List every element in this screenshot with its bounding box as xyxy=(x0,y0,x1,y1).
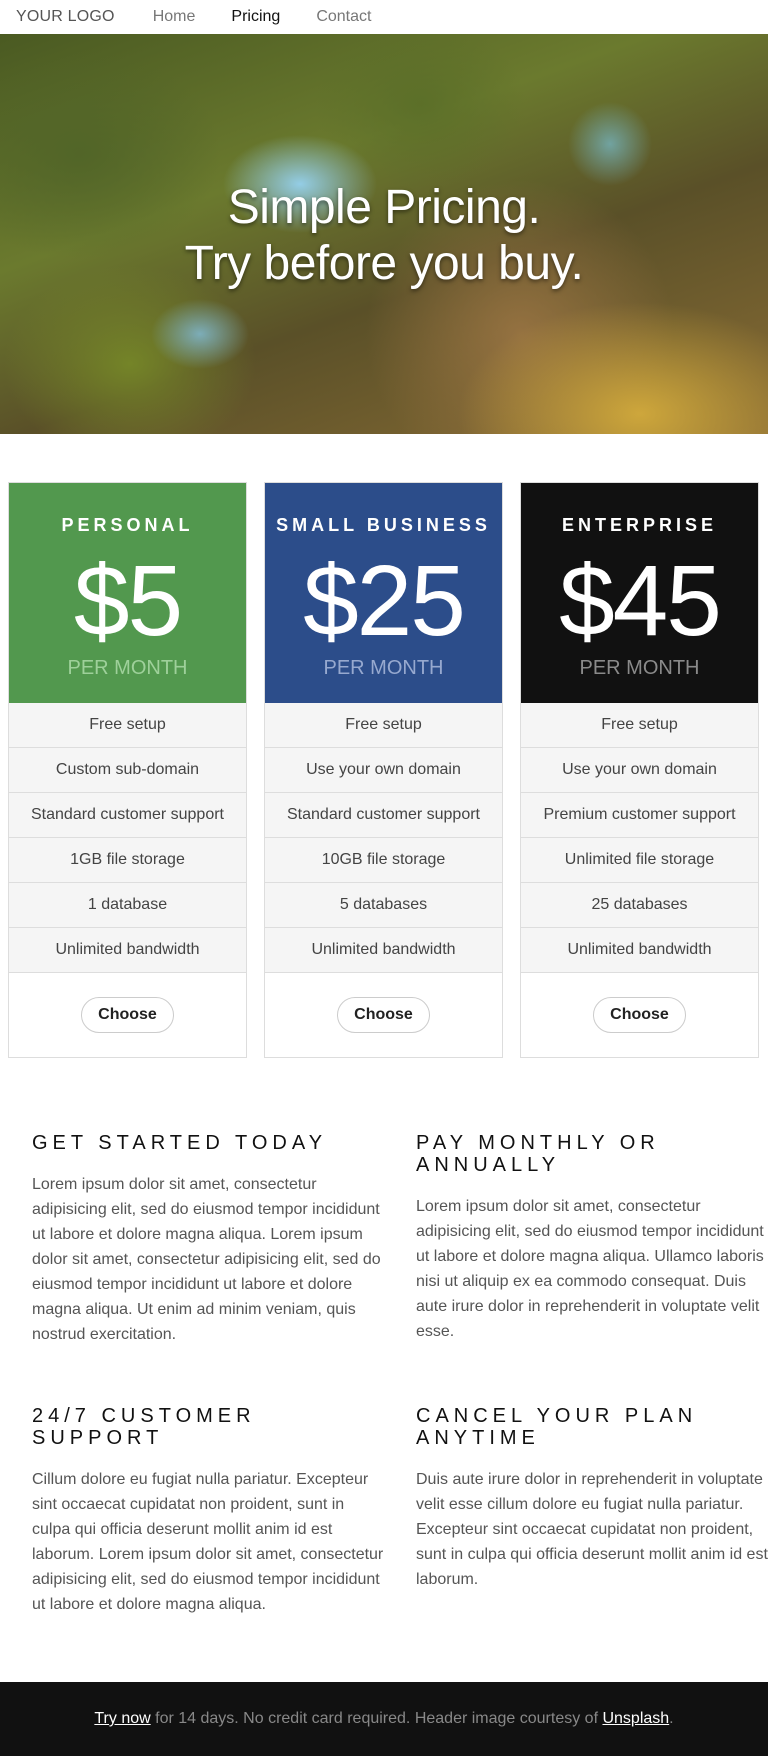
plan-price: $5 xyxy=(73,545,183,657)
info-heading: Cancel your plan anytime xyxy=(416,1405,698,1449)
feature-item: Use your own domain xyxy=(521,748,758,793)
feature-list: Free setup Use your own domain Premium c… xyxy=(521,703,758,973)
info-text: Lorem ipsum dolor sit amet, consectetur … xyxy=(32,1176,381,1343)
feature-item: Use your own domain xyxy=(265,748,502,793)
feature-item: Unlimited file storage xyxy=(521,838,758,883)
plan-enterprise: ENTERPRISE $45 PER MONTH Free setup Use … xyxy=(520,482,759,1058)
feature-item: 1GB file storage xyxy=(9,838,246,883)
plan-footer: Choose xyxy=(265,973,502,1057)
feature-item: Premium customer support xyxy=(521,793,758,838)
feature-item: Standard customer support xyxy=(265,793,502,838)
feature-item: Free setup xyxy=(521,703,758,748)
hero-title-line-1: Simple Pricing. xyxy=(227,181,541,234)
feature-item: 1 database xyxy=(9,883,246,928)
hero-title: Simple Pricing. Try before you buy. xyxy=(0,180,768,292)
info-block-support: 24/7 customer support Cillum dolore eu f… xyxy=(32,1405,384,1617)
feature-item: 10GB file storage xyxy=(265,838,502,883)
feature-item: Custom sub-domain xyxy=(9,748,246,793)
hero-title-line-2: Try before you buy. xyxy=(184,237,584,290)
info-block-pay-monthly: Pay monthly or annually Lorem ipsum dolo… xyxy=(416,1132,768,1347)
nav-item-pricing[interactable]: Pricing xyxy=(231,8,280,26)
info-heading: 24/7 customer support xyxy=(32,1405,256,1449)
plan-header: ENTERPRISE $45 PER MONTH xyxy=(521,483,758,703)
info-text: Duis aute irure dolor in reprehenderit i… xyxy=(416,1471,768,1588)
info-text: Cillum dolore eu fugiat nulla pariatur. … xyxy=(32,1471,384,1613)
plan-header: PERSONAL $5 PER MONTH xyxy=(9,483,246,703)
plan-period: PER MONTH xyxy=(67,657,188,679)
choose-personal-button[interactable]: Choose xyxy=(81,997,174,1033)
choose-enterprise-button[interactable]: Choose xyxy=(593,997,686,1033)
unsplash-link[interactable]: Unsplash xyxy=(602,1710,669,1727)
feature-item: Unlimited bandwidth xyxy=(521,928,758,973)
nav-item-home[interactable]: Home xyxy=(153,8,196,26)
info-section: Get Started Today Lorem ipsum dolor sit … xyxy=(32,1132,768,1617)
feature-item: 5 databases xyxy=(265,883,502,928)
feature-item: Free setup xyxy=(9,703,246,748)
nav-item-contact[interactable]: Contact xyxy=(316,8,371,26)
hero-banner: Simple Pricing. Try before you buy. xyxy=(0,34,768,434)
plan-footer: Choose xyxy=(9,973,246,1057)
footer-end: . xyxy=(669,1710,674,1727)
plan-name: PERSONAL xyxy=(61,515,194,535)
logo[interactable]: YOUR LOGO xyxy=(16,8,115,26)
choose-small-business-button[interactable]: Choose xyxy=(337,997,430,1033)
footer: Try now for 14 days. No credit card requ… xyxy=(0,1682,768,1756)
info-block-cancel: Cancel your plan anytime Duis aute irure… xyxy=(416,1405,768,1617)
footer-text: for 14 days. No credit card required. He… xyxy=(150,1710,603,1727)
plan-period: PER MONTH xyxy=(323,657,444,679)
main-nav: Home Pricing Contact xyxy=(153,8,408,26)
feature-item: Unlimited bandwidth xyxy=(265,928,502,973)
plan-footer: Choose xyxy=(521,973,758,1057)
feature-item: Unlimited bandwidth xyxy=(9,928,246,973)
plan-name: SMALL BUSINESS xyxy=(276,515,491,535)
feature-list: Free setup Use your own domain Standard … xyxy=(265,703,502,973)
feature-item: Free setup xyxy=(265,703,502,748)
plan-price: $25 xyxy=(303,545,466,657)
plan-personal: PERSONAL $5 PER MONTH Free setup Custom … xyxy=(8,482,247,1058)
info-heading: Pay monthly or annually xyxy=(416,1132,660,1176)
plan-small-business: SMALL BUSINESS $25 PER MONTH Free setup … xyxy=(264,482,503,1058)
info-block-get-started: Get Started Today Lorem ipsum dolor sit … xyxy=(32,1132,384,1347)
info-heading: Get Started Today xyxy=(32,1132,328,1154)
plan-price: $45 xyxy=(559,545,722,657)
plan-header: SMALL BUSINESS $25 PER MONTH xyxy=(265,483,502,703)
pricing-tables: PERSONAL $5 PER MONTH Free setup Custom … xyxy=(8,482,760,1058)
feature-item: Standard customer support xyxy=(9,793,246,838)
feature-list: Free setup Custom sub-domain Standard cu… xyxy=(9,703,246,973)
plan-name: ENTERPRISE xyxy=(561,515,718,535)
feature-item: 25 databases xyxy=(521,883,758,928)
info-text: Lorem ipsum dolor sit amet, consectetur … xyxy=(416,1198,764,1340)
header: YOUR LOGO Home Pricing Contact xyxy=(0,0,768,34)
plan-period: PER MONTH xyxy=(579,657,700,679)
try-now-link[interactable]: Try now xyxy=(94,1710,150,1727)
